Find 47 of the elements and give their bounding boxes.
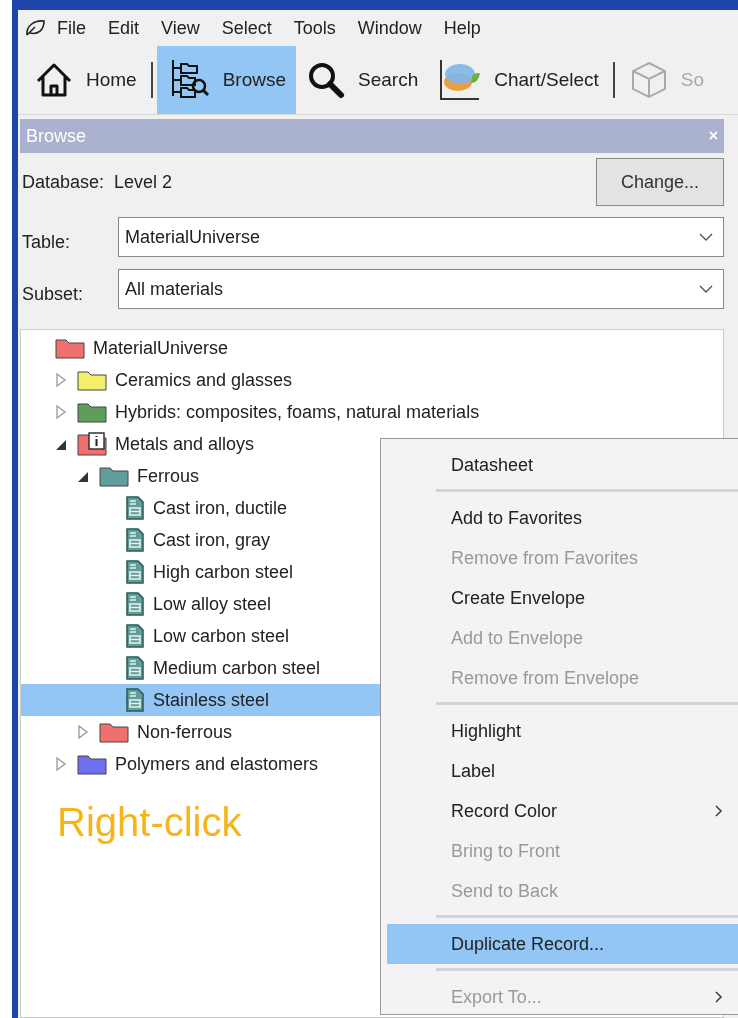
database-value: Level 2 [114, 171, 174, 193]
subset-dropdown[interactable]: All materials [118, 269, 724, 309]
toolbar-button[interactable]: Search [296, 46, 429, 114]
record-icon [125, 528, 145, 552]
leaf-icon[interactable] [24, 18, 46, 38]
toolbar-button[interactable]: Home [24, 46, 147, 114]
tree-item[interactable]: Ceramics and glasses [21, 364, 723, 396]
table-dropdown[interactable]: MaterialUniverse [118, 217, 724, 257]
chevron-down-icon [699, 233, 713, 241]
menu-option[interactable]: Highlight [387, 711, 738, 751]
tree-item[interactable]: Stainless steel [21, 684, 383, 716]
change-button[interactable]: Change... [596, 158, 724, 206]
menu-option[interactable]: Add to Favorites [387, 498, 738, 538]
toolbar-button[interactable]: Chart/Select [428, 46, 609, 114]
menu-item[interactable]: View [150, 17, 211, 39]
search-icon [306, 60, 347, 100]
menu-item[interactable]: Help [432, 17, 492, 39]
record-icon [125, 688, 145, 712]
subset-label: Subset: [22, 282, 85, 305]
menu-option[interactable]: Create Envelope [387, 578, 738, 618]
annotation-text: Right-click [57, 800, 242, 845]
collapsed-icon[interactable] [55, 373, 67, 387]
menu-item[interactable]: Tools [282, 17, 347, 39]
menu-item[interactable]: File [46, 17, 97, 39]
database-label: Database: [22, 171, 105, 193]
collapsed-icon[interactable] [55, 405, 67, 419]
record-icon [125, 592, 145, 616]
menu-option[interactable]: Duplicate Record... [387, 924, 738, 964]
record-icon [125, 656, 145, 680]
record-icon [125, 624, 145, 648]
collapsed-icon[interactable] [77, 725, 89, 739]
menu-item[interactable]: Window [346, 17, 433, 39]
panel-title: Browse [26, 125, 87, 147]
tree-item[interactable]: MaterialUniverse [21, 332, 723, 364]
toolbar-button[interactable]: Browse [156, 46, 297, 114]
menu-option[interactable]: Datasheet [387, 445, 738, 485]
chevron-down-icon [699, 285, 713, 293]
chart-icon [438, 58, 483, 102]
menu-item[interactable]: Select [210, 17, 283, 39]
collapsed-icon[interactable] [55, 757, 67, 771]
menu-item[interactable]: Edit [97, 17, 151, 39]
record-icon [125, 496, 145, 520]
menu-option[interactable]: Record Color [387, 791, 738, 831]
menu-option[interactable]: Label [387, 751, 738, 791]
table-label: Table: [22, 230, 72, 253]
record-icon [125, 560, 145, 584]
tree-item[interactable]: Hybrids: composites, foams, natural materials [21, 396, 723, 428]
